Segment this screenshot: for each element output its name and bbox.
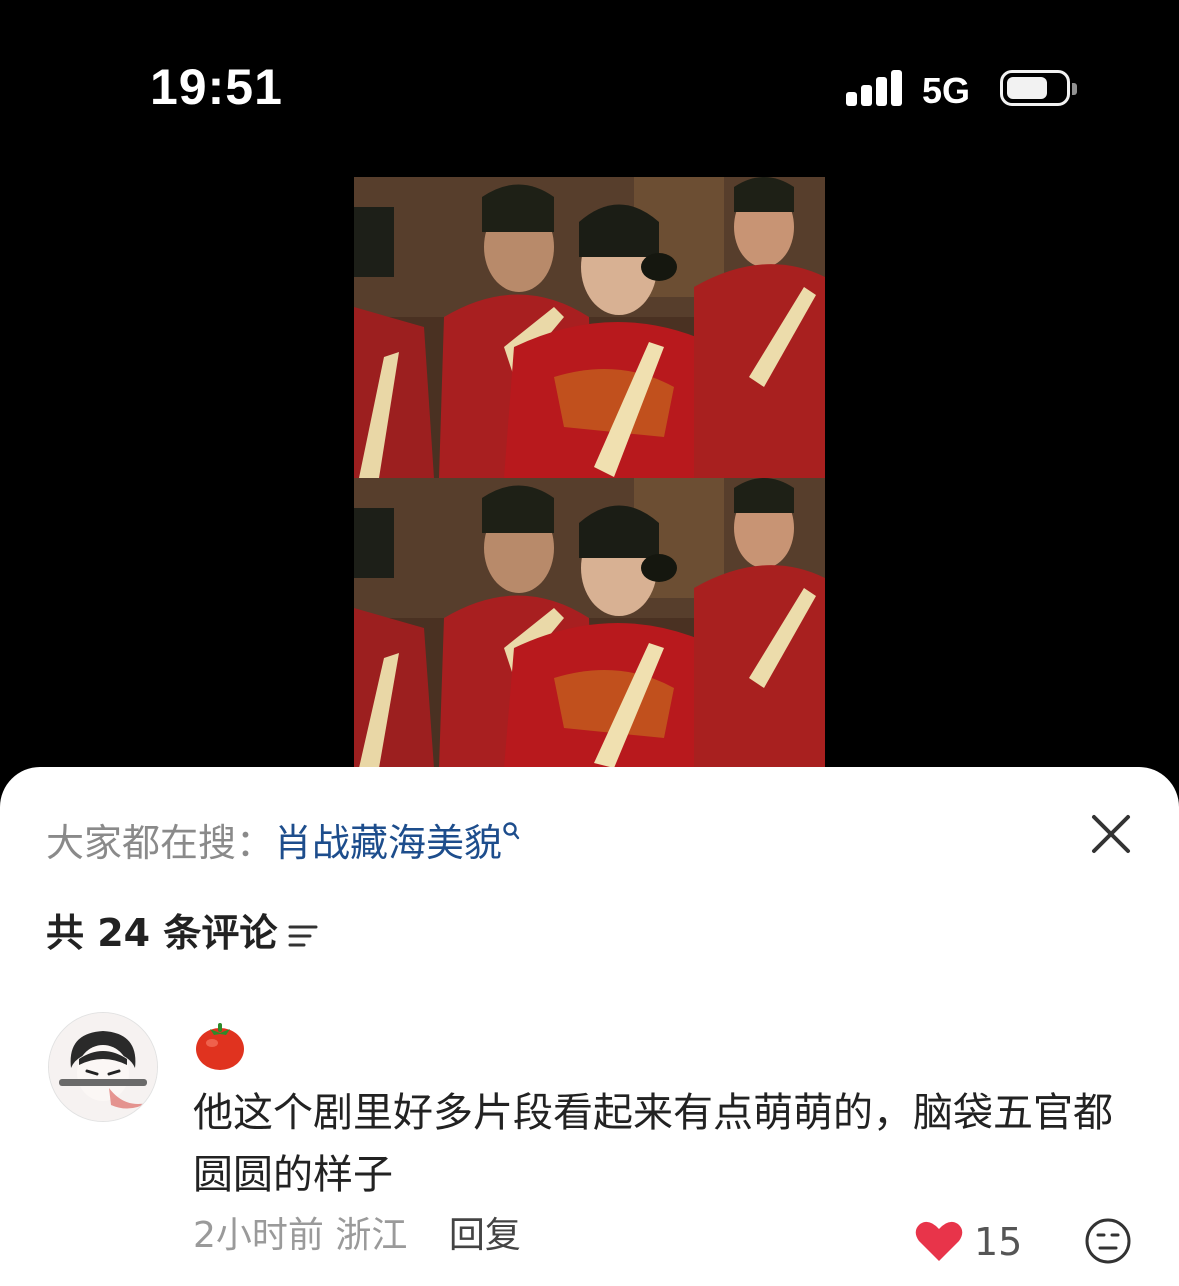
tomato-emoji-icon <box>196 1023 244 1070</box>
network-type: 5G <box>922 70 971 111</box>
trending-search-prefix: 大家都在搜： <box>46 821 275 865</box>
reply-button[interactable]: 回复 <box>449 1215 521 1256</box>
comment-time: 2小时前 <box>193 1215 324 1256</box>
heart-icon[interactable] <box>914 1219 964 1263</box>
comment-sheet: 大家都在搜：肖战藏海美貌 共 24 条评论 他这个剧里好多片段看起来有点萌萌的，… <box>0 767 1179 1286</box>
trending-search[interactable]: 大家都在搜：肖战藏海美貌 <box>46 819 522 867</box>
comments-count: 共 24 条评论 <box>46 911 278 955</box>
video-frame-bottom[interactable] <box>354 478 825 768</box>
status-bar: 19:51 5G <box>0 0 1179 170</box>
avatar[interactable] <box>48 1012 158 1122</box>
comments-count-row: 共 24 条评论 <box>46 909 319 957</box>
trending-search-term[interactable]: 肖战藏海美貌 <box>274 821 502 865</box>
comment-text: 他这个剧里好多片段看起来有点萌萌的，脑袋五官都圆圆的样子 <box>193 1090 1113 1198</box>
emoji-reaction-icon[interactable] <box>1084 1217 1132 1265</box>
battery-icon <box>1000 70 1077 106</box>
close-icon[interactable] <box>1090 813 1132 855</box>
comment-location: 浙江 <box>335 1215 408 1256</box>
sort-icon[interactable] <box>287 921 319 951</box>
signal-icon <box>846 70 904 106</box>
status-time: 19:51 <box>150 59 283 115</box>
search-icon <box>503 822 520 840</box>
video-frame-top[interactable] <box>354 177 825 478</box>
like-count: 15 <box>974 1220 1023 1264</box>
comment-meta: 2小时前 浙江 回复 <box>193 1213 521 1259</box>
